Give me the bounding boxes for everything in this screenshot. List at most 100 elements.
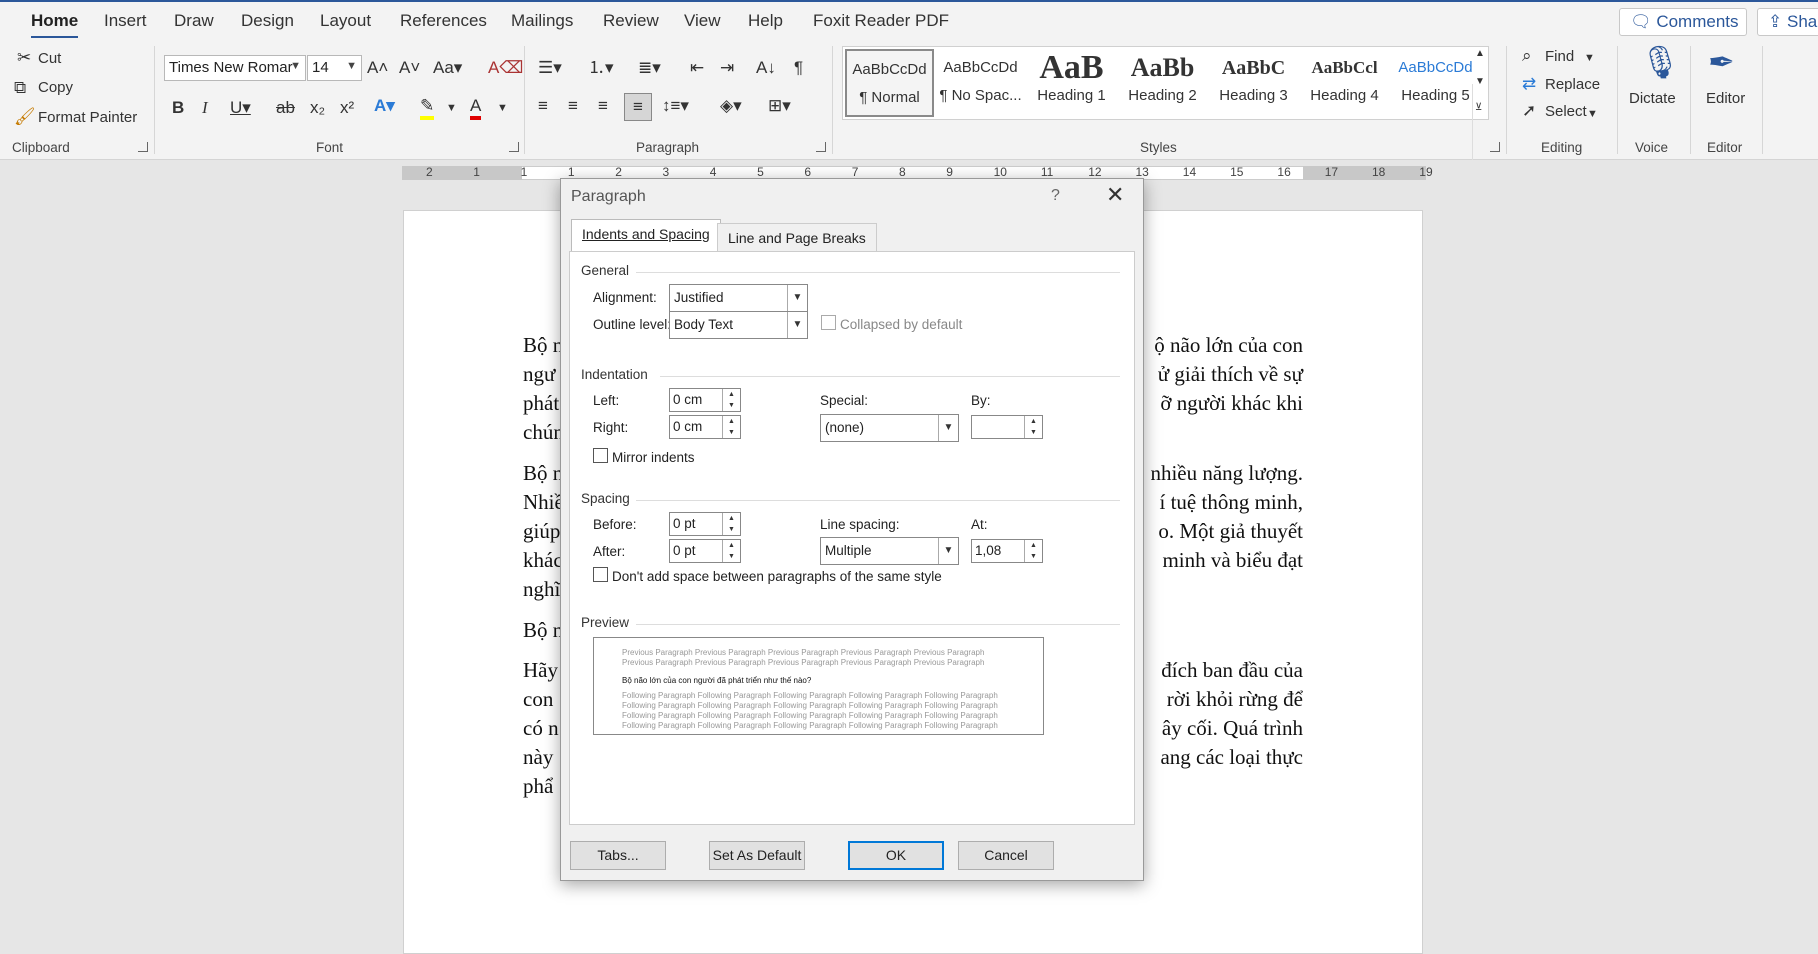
set-as-default-button[interactable]: Set As Default — [709, 841, 805, 870]
justify-icon[interactable]: ≡ — [624, 93, 652, 121]
cut-button[interactable]: Cut — [38, 50, 61, 67]
chevron-down-icon[interactable]: ▼ — [446, 98, 457, 118]
spinner-arrows-icon[interactable]: ▲ ▼ — [722, 416, 740, 438]
underline-icon[interactable]: U▾ — [230, 98, 251, 118]
spacing-before-spinner[interactable]: 0 pt ▲ ▼ — [669, 512, 741, 536]
show-formatting-icon[interactable]: ¶ — [794, 58, 803, 78]
indent-left-spinner[interactable]: 0 cm ▲ ▼ — [669, 388, 741, 412]
font-color-icon[interactable]: A — [470, 96, 482, 120]
help-icon[interactable]: ? — [1051, 187, 1060, 205]
styles-launcher-icon[interactable] — [1490, 142, 1500, 152]
increase-indent-icon[interactable]: ⇥ — [720, 58, 734, 78]
multilevel-list-icon[interactable]: ≣▾ — [638, 58, 661, 78]
spinner-arrows-icon[interactable]: ▲ ▼ — [1024, 416, 1042, 438]
find-button[interactable]: Find — [1545, 48, 1574, 65]
line-spacing-select[interactable]: Multiple ▼ — [820, 537, 959, 565]
indent-right-spinner[interactable]: 0 cm ▲ ▼ — [669, 415, 741, 439]
mirror-indents-checkbox[interactable] — [593, 448, 608, 463]
special-select[interactable]: (none) ▼ — [820, 414, 959, 442]
tab-design[interactable]: Design — [241, 11, 294, 31]
text-effects-icon[interactable]: A▾ — [374, 96, 395, 116]
replace-button[interactable]: Replace — [1545, 76, 1600, 93]
tab-references[interactable]: References — [400, 11, 487, 31]
spacing-after-spinner[interactable]: 0 pt ▲ ▼ — [669, 539, 741, 563]
ok-button[interactable]: OK — [848, 841, 944, 870]
highlight-icon[interactable]: ✎ — [420, 96, 435, 120]
style-heading-4[interactable]: AaBbCcl Heading 4 — [1300, 49, 1389, 117]
shading-icon[interactable]: ◈▾ — [720, 96, 742, 116]
style-heading-3[interactable]: AaBbC Heading 3 — [1209, 49, 1298, 117]
cancel-button[interactable]: Cancel — [958, 841, 1054, 870]
superscript-icon[interactable]: x² — [340, 98, 354, 118]
collapsed-checkbox[interactable] — [821, 315, 836, 330]
clipboard-launcher-icon[interactable] — [138, 142, 148, 152]
alignment-select[interactable]: Justified ▼ — [669, 284, 808, 312]
chevron-down-icon[interactable]: ▼ — [497, 98, 508, 118]
tab-draw[interactable]: Draw — [174, 11, 214, 31]
share-button[interactable]: ⇪ Shar — [1757, 8, 1818, 36]
spinner-arrows-icon[interactable]: ▲ ▼ — [1024, 540, 1042, 562]
spinner-arrows-icon[interactable]: ▲ ▼ — [722, 389, 740, 411]
align-left-icon[interactable]: ≡ — [538, 96, 548, 116]
align-center-icon[interactable]: ≡ — [568, 96, 578, 116]
bold-icon[interactable]: B — [172, 98, 184, 118]
numbering-icon[interactable]: ⒈▾ — [588, 58, 614, 78]
tab-insert[interactable]: Insert — [104, 11, 147, 31]
format-painter-button[interactable]: Format Painter — [38, 109, 137, 126]
tab-layout[interactable]: Layout — [320, 11, 371, 31]
find-icon: ⌕ — [1522, 46, 1532, 65]
style-normal[interactable]: AaBbCcDd ¶ Normal — [845, 49, 934, 117]
style-heading-2[interactable]: AaBb Heading 2 — [1118, 49, 1207, 117]
editor-button[interactable]: Editor — [1706, 90, 1745, 107]
tabs-button[interactable]: Tabs... — [570, 841, 666, 870]
grow-font-icon[interactable]: A˄ — [367, 58, 388, 78]
font-name-combo[interactable]: Times New Romar ▼ — [164, 55, 306, 81]
style-heading-1[interactable]: AaB Heading 1 — [1027, 49, 1116, 117]
editor-pen-icon[interactable]: ✒ — [1708, 42, 1735, 82]
chevron-down-icon[interactable]: ▼ — [1584, 48, 1595, 68]
clear-formatting-icon[interactable]: A⌫ — [488, 58, 523, 78]
at-spinner[interactable]: 1,08 ▲ ▼ — [971, 539, 1043, 563]
bullets-icon[interactable]: ☰▾ — [538, 58, 562, 78]
subscript-icon[interactable]: x₂ — [310, 98, 325, 118]
shrink-font-icon[interactable]: A˅ — [399, 58, 420, 78]
close-icon[interactable]: ✕ — [1106, 182, 1124, 208]
chevron-down-icon[interactable]: ▼ — [1587, 104, 1598, 124]
font-size-combo[interactable]: 14 ▼ — [307, 55, 362, 81]
gallery-more-icon[interactable]: ⊻ — [1475, 98, 1482, 118]
decrease-indent-icon[interactable]: ⇤ — [690, 58, 704, 78]
style-heading-5[interactable]: AaBbCcDd Heading 5 — [1391, 49, 1480, 117]
outline-level-select[interactable]: Body Text ▼ — [669, 311, 808, 339]
tab-review[interactable]: Review — [603, 11, 659, 31]
microphone-icon[interactable]: 🎙 — [1640, 42, 1681, 82]
tab-home[interactable]: Home — [31, 11, 79, 39]
gallery-down-icon[interactable]: ▼ — [1475, 72, 1485, 92]
dictate-button[interactable]: Dictate — [1629, 90, 1676, 107]
style-no-spacing[interactable]: AaBbCcDd ¶ No Spac... — [936, 49, 1025, 117]
strikethrough-icon[interactable]: ab — [276, 98, 295, 118]
line-spacing-icon[interactable]: ↕≡▾ — [662, 96, 689, 116]
comments-button[interactable]: 🗨 Comments — [1619, 8, 1747, 36]
dont-add-space-checkbox[interactable] — [593, 567, 608, 582]
tab-indents-and-spacing[interactable]: Indents and Spacing — [571, 219, 721, 252]
change-case-icon[interactable]: Aa▾ — [433, 58, 462, 78]
tab-view[interactable]: View — [684, 11, 721, 31]
document-line-right: rời khỏi rừng để — [1166, 687, 1303, 711]
borders-icon[interactable]: ⊞▾ — [768, 96, 791, 116]
spinner-arrows-icon[interactable]: ▲ ▼ — [722, 540, 740, 562]
font-launcher-icon[interactable] — [509, 142, 519, 152]
tab-line-and-page-breaks[interactable]: Line and Page Breaks — [717, 223, 877, 251]
tab-mailings[interactable]: Mailings — [511, 11, 573, 31]
by-spinner[interactable]: ▲ ▼ — [971, 415, 1043, 439]
italic-icon[interactable]: I — [202, 98, 208, 118]
indentation-header: Indentation — [581, 367, 648, 382]
copy-button[interactable]: Copy — [38, 79, 73, 96]
paragraph-launcher-icon[interactable] — [816, 142, 826, 152]
align-right-icon[interactable]: ≡ — [598, 96, 608, 116]
gallery-up-icon[interactable]: ▲ — [1475, 44, 1485, 64]
tab-help[interactable]: Help — [748, 11, 783, 31]
select-button[interactable]: Select — [1545, 103, 1587, 120]
spinner-arrows-icon[interactable]: ▲ ▼ — [722, 513, 740, 535]
sort-icon[interactable]: A↓ — [756, 58, 776, 78]
tab-foxit-reader-pdf[interactable]: Foxit Reader PDF — [813, 11, 949, 31]
